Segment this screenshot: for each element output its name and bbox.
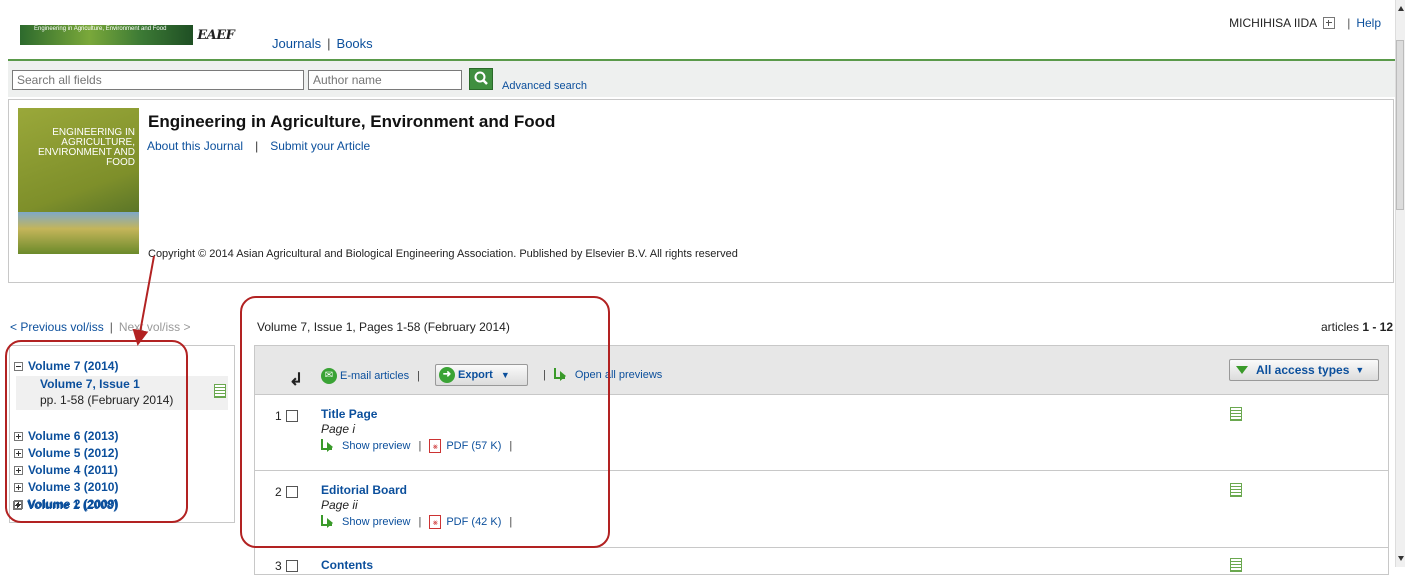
- article-count: articles 1 - 12: [1321, 320, 1393, 334]
- article-index: 3: [275, 559, 282, 573]
- user-separator: |: [1347, 16, 1351, 30]
- search-all-fields-input[interactable]: [12, 70, 304, 90]
- list-icon: [214, 384, 226, 398]
- expand-icon[interactable]: [1323, 17, 1336, 29]
- logo-mark: EAEF: [197, 27, 235, 43]
- access-types-filter[interactable]: All access types ▼: [1229, 359, 1379, 381]
- scroll-down-icon[interactable]: [1398, 556, 1404, 561]
- article-count-range: 1 - 12: [1362, 320, 1393, 334]
- article-checkbox[interactable]: [285, 560, 298, 572]
- annotation-circle-articles: [240, 296, 610, 548]
- top-nav: Journals | Books: [272, 36, 373, 51]
- article-title-link[interactable]: Contents: [321, 558, 373, 572]
- links-separator: |: [255, 139, 259, 153]
- about-journal-link[interactable]: About this Journal: [147, 139, 243, 153]
- search-bar: Advanced search: [8, 59, 1395, 97]
- copyright-text: Copyright © 2014 Asian Agricultural and …: [148, 248, 738, 260]
- journal-title: Engineering in Agriculture, Environment …: [148, 112, 556, 131]
- books-link[interactable]: Books: [337, 36, 373, 51]
- user-name[interactable]: MICHIHISA IIDA: [1229, 16, 1317, 30]
- volnav-separator: |: [109, 320, 113, 334]
- annotation-arrow: [132, 255, 155, 346]
- previous-volume-link[interactable]: < Previous vol/iss: [10, 320, 104, 334]
- journal-logo[interactable]: Engineering in Agriculture, Environment …: [20, 24, 256, 46]
- access-types-label: All access types: [1256, 363, 1350, 377]
- author-name-input[interactable]: [308, 70, 462, 90]
- cover-title: ENGINEERING IN AGRICULTURE, ENVIRONMENT …: [37, 127, 135, 168]
- help-link[interactable]: Help: [1356, 16, 1381, 30]
- annotation-circle-tree: [5, 340, 188, 523]
- journal-links: About this Journal | Submit your Article: [147, 139, 370, 153]
- submit-article-link[interactable]: Submit your Article: [270, 139, 370, 153]
- filter-icon: [1236, 366, 1248, 374]
- chevron-down-icon: ▼: [1355, 365, 1365, 375]
- search-button[interactable]: [469, 68, 493, 90]
- article-row: 3 Contents: [255, 548, 1388, 578]
- list-icon: [1230, 558, 1242, 572]
- nav-separator: |: [327, 36, 331, 51]
- article-number: 3: [275, 559, 298, 573]
- volume-navigation: < Previous vol/iss | Next vol/iss >: [10, 320, 191, 334]
- scrollbar-thumb[interactable]: [1396, 40, 1404, 210]
- journals-link[interactable]: Journals: [272, 36, 321, 51]
- logo-banner: Engineering in Agriculture, Environment …: [20, 25, 194, 45]
- search-icon: [474, 71, 488, 85]
- journal-header: ENGINEERING IN AGRICULTURE, ENVIRONMENT …: [8, 99, 1394, 283]
- scroll-up-icon[interactable]: [1398, 6, 1404, 11]
- advanced-search-link[interactable]: Advanced search: [502, 80, 587, 92]
- list-icon: [1230, 407, 1242, 421]
- user-box: MICHIHISA IIDA | Help: [1229, 16, 1381, 30]
- article-count-label: articles: [1320, 320, 1359, 334]
- cover-photo: [18, 212, 139, 254]
- list-icon: [1230, 483, 1242, 497]
